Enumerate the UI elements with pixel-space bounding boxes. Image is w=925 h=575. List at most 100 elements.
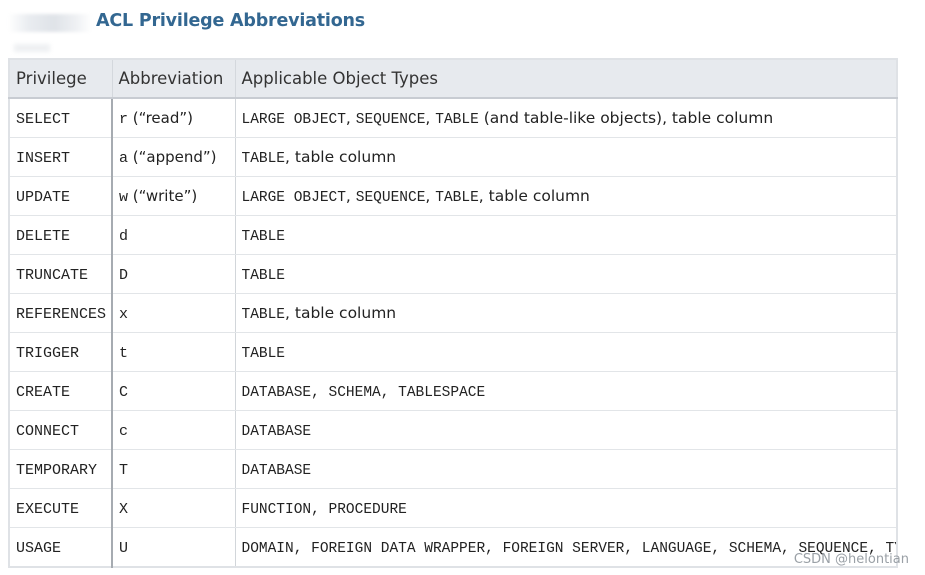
watermark: CSDN @helontian xyxy=(793,552,909,567)
table-header-row: Privilege Abbreviation Applicable Object… xyxy=(8,58,898,99)
abbreviation-letter: a xyxy=(119,149,129,167)
object-types-cell: FUNCTION, PROCEDURE xyxy=(234,488,898,528)
object-type-code: FOREIGN DATA WRAPPER xyxy=(311,540,486,557)
object-types-cell: DATABASE, SCHEMA, TABLESPACE xyxy=(234,371,898,411)
privilege-cell: CONNECT xyxy=(8,410,113,450)
object-type-code: TABLE xyxy=(435,189,479,206)
object-type-code: TABLE xyxy=(241,345,286,362)
object-types-cell: DATABASE xyxy=(234,449,898,489)
privilege-cell: REFERENCES xyxy=(8,293,113,333)
object-type-code: TABLE xyxy=(241,267,286,284)
blurred-decoration xyxy=(14,44,50,52)
header-abbreviation: Abbreviation xyxy=(111,58,236,99)
table-row: CONNECT c DATABASE xyxy=(8,410,898,450)
table-row: DELETE d TABLE xyxy=(8,215,898,255)
privilege-cell: SELECT xyxy=(8,97,113,138)
privilege-name: USAGE xyxy=(16,539,62,557)
abbreviation-letter: w xyxy=(119,188,129,206)
header-privilege: Privilege xyxy=(8,58,113,99)
abbreviation-letter: T xyxy=(119,461,129,479)
object-type-code: FUNCTION xyxy=(241,501,312,518)
privilege-cell: USAGE xyxy=(8,527,113,568)
abbreviation-letter: r xyxy=(119,110,129,128)
object-types-cell: TABLE, table column xyxy=(234,293,898,333)
header-applicable-object-types: Applicable Object Types xyxy=(234,58,898,99)
object-types-cell: TABLE xyxy=(234,332,898,372)
object-type-code: DATABASE xyxy=(241,423,312,440)
object-type-code: SCHEMA xyxy=(328,384,381,401)
object-type-code: PROCEDURE xyxy=(328,501,407,518)
table-row: UPDATE w (“write”) LARGE OBJECT, SEQUENCE,… xyxy=(8,176,898,216)
object-type-code: , xyxy=(293,540,312,557)
abbreviation-cell: C xyxy=(111,371,236,411)
privilege-cell: TRUNCATE xyxy=(8,254,113,294)
object-type-code: TABLESPACE xyxy=(398,384,486,401)
table-row: USAGE U DOMAIN, FOREIGN DATA WRAPPER, FORE… xyxy=(8,527,898,568)
table-row: CREATE C DATABASE, SCHEMA, TABLESPACE xyxy=(8,371,898,411)
abbreviation-cell: X xyxy=(111,488,236,528)
object-type-text: , xyxy=(425,108,436,127)
object-type-code: TABLE xyxy=(241,150,286,167)
object-types-cell: TABLE, table column xyxy=(234,137,898,177)
table-row: TRIGGER t TABLE xyxy=(8,332,898,372)
privilege-cell: INSERT xyxy=(8,137,113,177)
privilege-name: DELETE xyxy=(16,227,71,245)
table-row: TEMPORARY T DATABASE xyxy=(8,449,898,489)
object-type-text: , table column xyxy=(285,147,397,166)
table-row: EXECUTE X FUNCTION, PROCEDURE xyxy=(8,488,898,528)
privilege-name: CONNECT xyxy=(16,422,80,440)
object-type-code: FOREIGN SERVER xyxy=(502,540,625,557)
abbreviation-cell: T xyxy=(111,449,236,489)
object-type-code: TABLE xyxy=(241,228,286,245)
abbreviation-cell: x xyxy=(111,293,236,333)
object-type-code: , xyxy=(311,501,329,518)
object-type-code: SEQUENCE xyxy=(355,189,426,206)
table-row: INSERT a (“append”) TABLE, table column xyxy=(8,137,898,177)
abbreviation-note: (“append”) xyxy=(128,147,217,166)
abbreviation-letter: U xyxy=(119,539,129,557)
object-types-cell: LARGE OBJECT, SEQUENCE, TABLE, table col… xyxy=(234,176,898,216)
table-row: TRUNCATE D TABLE xyxy=(8,254,898,294)
object-types-cell: TABLE xyxy=(234,215,898,255)
object-type-code: SEQUENCE xyxy=(355,111,426,128)
privilege-cell: UPDATE xyxy=(8,176,113,216)
object-type-code: TABLE xyxy=(241,306,286,323)
object-type-code: LARGE OBJECT xyxy=(241,111,346,128)
object-type-code: LARGE OBJECT xyxy=(241,189,346,206)
abbreviation-letter: d xyxy=(119,227,129,245)
abbreviation-cell: r (“read”) xyxy=(111,97,236,138)
abbreviation-letter: x xyxy=(119,305,129,323)
object-type-text: , xyxy=(345,186,356,205)
privilege-name: REFERENCES xyxy=(16,305,107,323)
object-type-code: SCHEMA xyxy=(728,540,782,557)
object-type-code: , xyxy=(485,540,503,557)
abbreviation-letter: t xyxy=(119,344,129,362)
table-body: SELECT r (“read”) LARGE OBJECT, SEQUENCE, … xyxy=(8,97,898,568)
object-type-code: , xyxy=(624,540,642,557)
privilege-name: TRIGGER xyxy=(16,344,80,362)
blurred-section-number xyxy=(8,14,92,32)
privilege-name: SELECT xyxy=(16,110,71,128)
privilege-cell: TEMPORARY xyxy=(8,449,113,489)
privilege-cell: CREATE xyxy=(8,371,113,411)
object-type-code: DOMAIN xyxy=(241,540,294,557)
object-type-text: , table column xyxy=(285,303,397,322)
object-type-text: (and table-like objects), table column xyxy=(478,108,774,127)
object-types-cell: LARGE OBJECT, SEQUENCE, TABLE (and table… xyxy=(234,97,898,138)
object-types-cell: DATABASE xyxy=(234,410,898,450)
abbreviation-note: (“read”) xyxy=(128,108,193,127)
privilege-cell: EXECUTE xyxy=(8,488,113,528)
privilege-name: TRUNCATE xyxy=(16,266,89,284)
abbreviation-cell: a (“append”) xyxy=(111,137,236,177)
privilege-cell: DELETE xyxy=(8,215,113,255)
object-type-code: DATABASE xyxy=(241,384,312,401)
object-type-text: , xyxy=(425,186,436,205)
object-types-cell: TABLE xyxy=(234,254,898,294)
privilege-cell: TRIGGER xyxy=(8,332,113,372)
abbreviation-letter: C xyxy=(119,383,129,401)
object-type-code: , xyxy=(380,384,399,401)
abbreviation-cell: t xyxy=(111,332,236,372)
privilege-name: CREATE xyxy=(16,383,71,401)
abbreviation-letter: D xyxy=(119,266,129,284)
abbreviation-cell: c xyxy=(111,410,236,450)
